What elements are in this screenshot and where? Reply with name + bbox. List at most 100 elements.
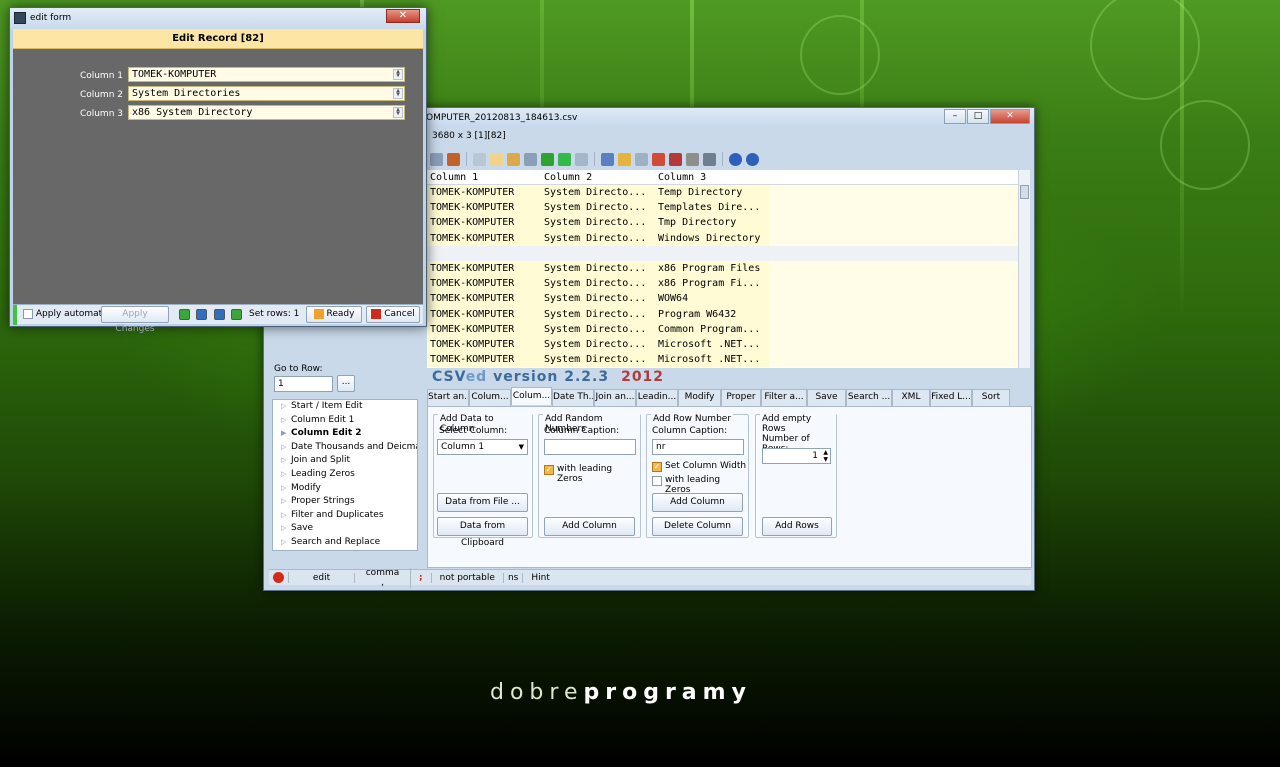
grid-cell[interactable]: System Directo... bbox=[541, 336, 655, 353]
set-column-width-checkbox[interactable]: ✓ bbox=[652, 462, 662, 472]
grid-cell[interactable]: WOW64 bbox=[655, 291, 769, 307]
grid-cell[interactable]: TOMEK-KOMPUTER bbox=[427, 291, 541, 307]
tree-item-modify[interactable]: ▷ Modify bbox=[273, 482, 417, 496]
grid-cell[interactable]: Microsoft .NET... bbox=[655, 352, 769, 368]
cut-icon[interactable] bbox=[669, 152, 682, 166]
grid-cell[interactable]: TOMEK-KOMPUTER bbox=[427, 260, 541, 277]
tab-xml[interactable]: XML bbox=[892, 389, 930, 406]
data-from-clipboard-button[interactable]: Data from Clipboard bbox=[437, 517, 528, 548]
grid-cell[interactable]: TOMEK-KOMPUTER bbox=[427, 215, 541, 231]
tab-leading-zeros[interactable]: Leadin... bbox=[636, 389, 678, 406]
open-icon[interactable] bbox=[430, 152, 443, 166]
pause-icon[interactable] bbox=[703, 152, 716, 166]
grid-cell[interactable] bbox=[427, 245, 541, 261]
grid-cell[interactable]: TOMEK-KOMPUTER bbox=[427, 276, 541, 292]
tab-save[interactable]: Save bbox=[807, 389, 846, 406]
minimize-button[interactable]: – bbox=[944, 109, 966, 124]
grid-column-header[interactable]: Column 3 bbox=[655, 170, 769, 184]
check-box-icon[interactable] bbox=[558, 152, 571, 166]
grid-cell[interactable]: Temp Directory bbox=[655, 185, 769, 201]
row-number-caption-input[interactable]: nr bbox=[652, 439, 744, 455]
go-to-row-button[interactable]: ... bbox=[337, 375, 355, 392]
table-row[interactable]: TOMEK-KOMPUTER System Directo... Tmp Direc… bbox=[427, 215, 1030, 231]
tab-sort[interactable]: Sort bbox=[972, 389, 1010, 406]
table-row[interactable]: TOMEK-KOMPUTER System Directo... Temp Dire… bbox=[427, 185, 1030, 201]
gear-icon[interactable] bbox=[686, 152, 699, 166]
grid-cell[interactable]: TOMEK-KOMPUTER bbox=[427, 321, 541, 337]
tree-item-column-edit-2[interactable]: ▶ Column Edit 2 bbox=[273, 427, 417, 441]
tab-join-split[interactable]: Join an... bbox=[594, 389, 636, 406]
grid-icon[interactable] bbox=[635, 152, 648, 166]
last-record-icon[interactable] bbox=[231, 309, 242, 320]
grid-cell[interactable]: System Directo... bbox=[541, 215, 655, 231]
print-icon[interactable] bbox=[524, 152, 537, 166]
tree-item-column-edit-1[interactable]: ▷ Column Edit 1 bbox=[273, 414, 417, 428]
tab-modify[interactable]: Modify bbox=[678, 389, 721, 406]
stepper-arrows-icon[interactable]: ▲ ▼ bbox=[823, 449, 828, 463]
grid-cell[interactable]: System Directo... bbox=[541, 352, 655, 368]
grid-cell[interactable]: Tmp Directory bbox=[655, 215, 769, 231]
tree-item-date-thousands[interactable]: ▷ Date Thousands and Deicmal bbox=[273, 441, 417, 455]
help-icon[interactable] bbox=[729, 152, 742, 166]
grid-cell[interactable]: TOMEK-KOMPUTER bbox=[427, 185, 541, 201]
field-spin-icon[interactable]: ▲ ▼ bbox=[393, 69, 403, 80]
leading-zeros-checkbox[interactable]: ✓ bbox=[544, 465, 554, 475]
tree-item-save[interactable]: ▷ Save bbox=[273, 522, 417, 536]
grid-cell[interactable]: System Directo... bbox=[541, 276, 655, 292]
table-row[interactable]: TOMEK-KOMPUTER System Directo... Templates… bbox=[427, 200, 1030, 216]
column-1-field[interactable]: TOMEK-KOMPUTER ▲ ▼ bbox=[128, 67, 405, 82]
table-row[interactable]: TOMEK-KOMPUTER System Directo... Microsoft… bbox=[427, 336, 1030, 353]
close-button[interactable]: ✕ bbox=[990, 109, 1030, 124]
grid-column-header[interactable]: Column 2 bbox=[541, 170, 655, 184]
delete-column-button[interactable]: Delete Column bbox=[652, 517, 743, 536]
add-random-column-button[interactable]: Add Column bbox=[544, 517, 635, 536]
field-spin-icon[interactable]: ▲ ▼ bbox=[393, 107, 403, 118]
undo-icon[interactable] bbox=[473, 152, 486, 166]
info-icon[interactable] bbox=[746, 152, 759, 166]
check-icon[interactable] bbox=[541, 152, 554, 166]
search-icon[interactable] bbox=[618, 152, 631, 166]
random-caption-input[interactable] bbox=[544, 439, 636, 455]
tree-item-leading-zeros[interactable]: ▷ Leading Zeros bbox=[273, 468, 417, 482]
column-2-field[interactable]: System Directories ▲ ▼ bbox=[128, 86, 405, 101]
pdf-icon[interactable] bbox=[652, 152, 665, 166]
tab-search[interactable]: Search ... bbox=[846, 389, 892, 406]
cancel-button[interactable]: Cancel bbox=[366, 306, 420, 323]
grid-cell[interactable]: Program W6432 bbox=[655, 306, 769, 322]
grid-cell[interactable]: System Directo... bbox=[541, 291, 655, 307]
function-tree[interactable]: ▷ Start / Item Edit ▷ Column Edit 1 ▶ Colum… bbox=[272, 399, 418, 551]
grid-cell[interactable]: System Directo... bbox=[541, 306, 655, 322]
ready-button[interactable]: Ready bbox=[306, 306, 362, 323]
table-row[interactable]: TOMEK-KOMPUTER System Directo... x86 Progr… bbox=[427, 260, 1030, 277]
grid-cell[interactable]: Common Program... bbox=[655, 321, 769, 337]
column-3-field[interactable]: x86 System Directory ▲ ▼ bbox=[128, 105, 405, 120]
next-record-icon[interactable] bbox=[214, 309, 225, 320]
copy-icon[interactable] bbox=[490, 152, 503, 166]
table-row[interactable]: TOMEK-KOMPUTER System Directo... Microsoft… bbox=[427, 352, 1030, 368]
data-grid[interactable]: Column 1 Column 2 Column 3 TOMEK-KOMPUTE… bbox=[427, 170, 1030, 368]
grid-cell[interactable]: Windows Directory bbox=[655, 230, 769, 246]
paste-icon[interactable] bbox=[507, 152, 520, 166]
grid-cell[interactable]: x86 Program Files bbox=[655, 260, 769, 277]
add-row-number-column-button[interactable]: Add Column bbox=[652, 493, 743, 512]
grid-scrollbar[interactable] bbox=[1018, 170, 1030, 368]
add-rows-button[interactable]: Add Rows bbox=[762, 517, 832, 536]
apply-changes-button[interactable]: Apply Changes bbox=[101, 306, 169, 334]
tab-date-thousands[interactable]: Date Th... bbox=[552, 389, 594, 406]
go-to-row-input[interactable]: 1 bbox=[274, 376, 333, 392]
tree-item-filter-duplicates[interactable]: ▷ Filter and Duplicates bbox=[273, 509, 417, 523]
data-from-file-button[interactable]: Data from File ... bbox=[437, 493, 528, 512]
grid-cell[interactable]: x86 Program Fi... bbox=[655, 276, 769, 292]
table-row-empty[interactable] bbox=[427, 245, 1030, 261]
field-spin-icon[interactable]: ▲ ▼ bbox=[393, 88, 403, 99]
table-row[interactable]: TOMEK-KOMPUTER System Directo... Program W… bbox=[427, 306, 1030, 322]
table-row[interactable]: TOMEK-KOMPUTER System Directo... Windows D… bbox=[427, 230, 1030, 246]
tab-column-edit-1[interactable]: Colum... bbox=[469, 389, 511, 406]
columns-icon[interactable] bbox=[575, 152, 588, 166]
tree-item-search-replace[interactable]: ▷ Search and Replace bbox=[273, 536, 417, 550]
table-row[interactable]: TOMEK-KOMPUTER System Directo... Common Pr… bbox=[427, 321, 1030, 337]
font-icon[interactable] bbox=[601, 152, 614, 166]
table-row[interactable]: TOMEK-KOMPUTER System Directo... WOW64 bbox=[427, 291, 1030, 307]
tree-item-join-split[interactable]: ▷ Join and Split bbox=[273, 454, 417, 468]
row-leading-zeros-checkbox[interactable] bbox=[652, 476, 662, 486]
